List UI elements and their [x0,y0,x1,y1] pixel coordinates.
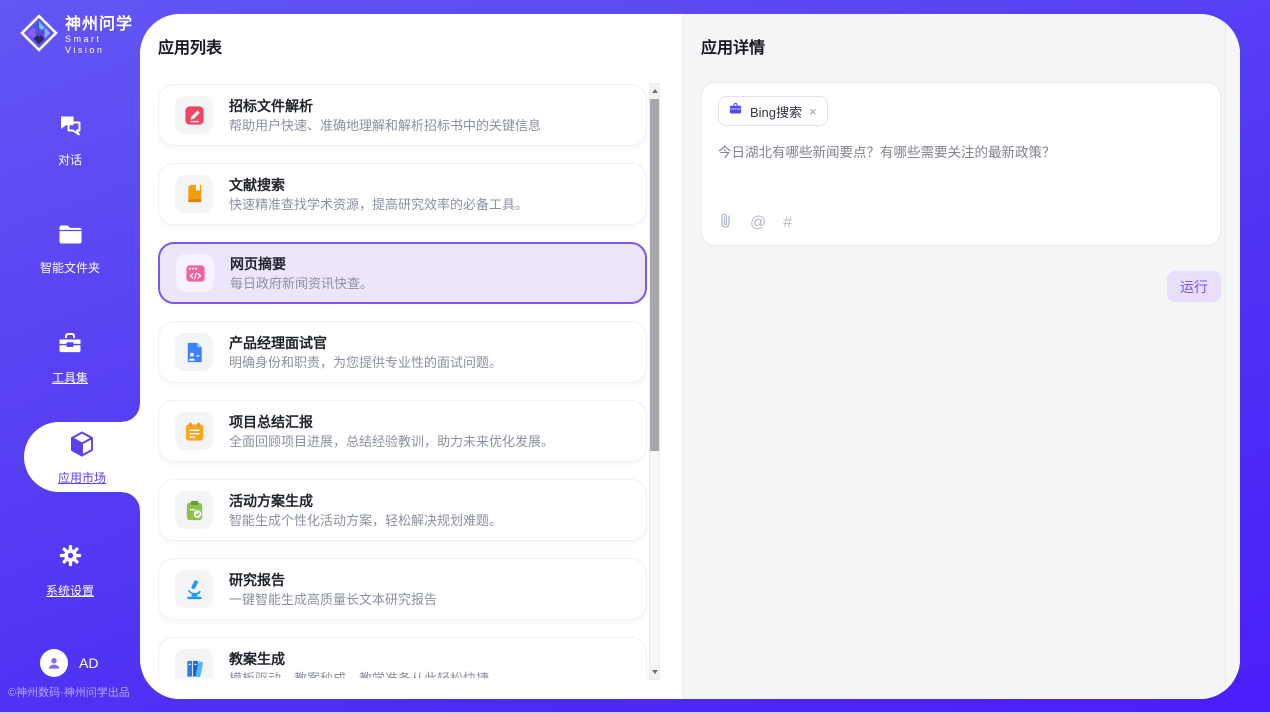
tool-tag-label: Bing搜索 [750,102,802,121]
app-card-activity-plan[interactable]: 活动方案生成 智能生成个性化活动方案，轻松解决规划难题。 [158,479,647,541]
user-name: AD [79,655,98,671]
app-list-title: 应用列表 [158,41,682,57]
at-mention-icon[interactable]: @ [750,215,766,231]
browser-code-icon [176,254,214,292]
triangle-down-icon [652,670,658,674]
run-button[interactable]: 运行 [1167,271,1221,302]
app-card-title: 项目总结汇报 [229,413,554,431]
copyright-text: ©神州数码·神州问学出品 [8,684,140,700]
sidebar-item-smart-folder[interactable]: 智能文件夹 [0,222,140,276]
sidebar-item-label: 应用市场 [58,469,106,486]
detail-scrollbar-track[interactable] [1225,14,1240,699]
folder-icon [57,222,84,251]
app-card-title: 研究报告 [229,571,437,589]
books-icon [175,649,213,678]
sidebar-item-app-market[interactable]: 应用市场 [24,422,140,492]
sidebar-item-chat[interactable]: 对话 [0,112,140,168]
scrollbar-up-button[interactable] [650,84,659,98]
brand-name: 神州问学 [65,16,140,34]
edit-square-icon [175,96,213,134]
app-card-title: 产品经理面试官 [229,334,502,352]
person-document-icon [175,333,213,371]
book-icon [175,175,213,213]
app-card-desc: 帮助用户快速、准确地理解和解析招标书中的关键信息 [229,117,541,134]
triangle-up-icon [652,89,658,93]
app-card-title: 网页摘要 [230,255,373,273]
gear-icon [57,542,84,574]
clipboard-check-icon [175,491,213,529]
avatar [40,649,68,677]
tab-curve-bottom [122,492,140,510]
sidebar-item-settings[interactable]: 系统设置 [0,542,140,599]
app-card-web-summary[interactable]: 网页摘要 每日政府新闻资讯快查。 [158,242,647,304]
app-card-title: 活动方案生成 [229,492,502,510]
app-root: 神州问学 Smart Vision 对话 智能文件夹 [0,0,1270,712]
app-card-desc: 每日政府新闻资讯快查。 [230,275,373,292]
sidebar-item-label: 对话 [58,151,82,168]
app-card-list: 招标文件解析 帮助用户快速、准确地理解和解析招标书中的关键信息 文献搜索 [158,84,647,678]
chat-icon [57,112,84,143]
app-card-desc: 全面回顾项目进展，总结经验教训，助力未来优化发展。 [229,433,554,450]
toolbox-icon [56,330,84,361]
app-card-pm-interviewer[interactable]: 产品经理面试官 明确身份和职责，为您提供专业性的面试问题。 [158,321,647,383]
scrollbar-thumb[interactable] [650,99,659,451]
app-card-title: 文献搜索 [229,176,528,194]
app-detail-panel: 应用详情 Bing搜索 × 今日湖北有哪些新闻要点？有哪些需要关注的最新政策？ [682,14,1240,699]
sidebar: 神州问学 Smart Vision 对话 智能文件夹 [0,0,140,712]
main-content: 应用列表 招标文件解析 帮助用户快速、准确地理解和解析招标书中的关键信息 [140,14,1240,699]
paperclip-icon[interactable] [718,212,733,233]
app-card-title: 招标文件解析 [229,97,541,115]
app-card-desc: 一键智能生成高质量长文本研究报告 [229,591,437,608]
sidebar-item-label: 智能文件夹 [40,259,100,276]
app-card-project-summary[interactable]: 项目总结汇报 全面回顾项目进展，总结经验教训，助力未来优化发展。 [158,400,647,462]
prompt-text-input[interactable]: 今日湖北有哪些新闻要点？有哪些需要关注的最新政策？ [718,143,1204,162]
app-card-desc: 明确身份和职责，为您提供专业性的面试问题。 [229,354,502,371]
app-card-desc: 模板驱动，教案秒成，教学准备从此轻松快捷 [229,670,489,679]
tool-tag-close-icon[interactable]: × [809,105,817,118]
user-account[interactable]: AD [40,649,98,677]
sidebar-item-label: 系统设置 [46,582,94,599]
app-card-desc: 智能生成个性化活动方案，轻松解决规划难题。 [229,512,502,529]
scrollbar-down-button[interactable] [650,665,659,679]
app-card-research-report[interactable]: 研究报告 一键智能生成高质量长文本研究报告 [158,558,647,620]
brand-diamond-icon [20,14,58,57]
app-list-panel: 应用列表 招标文件解析 帮助用户快速、准确地理解和解析招标书中的关键信息 [140,14,682,699]
microscope-icon [175,570,213,608]
app-list-scrollbar [649,83,660,680]
tab-curve-top [122,404,140,422]
brand-subtitle: Smart Vision [65,34,140,56]
app-detail-title: 应用详情 [701,41,1221,57]
tool-tag-bing-search[interactable]: Bing搜索 × [718,96,828,126]
note-icon [175,412,213,450]
prompt-editor-card: Bing搜索 × 今日湖北有哪些新闻要点？有哪些需要关注的最新政策？ @ # [701,82,1221,246]
sidebar-item-label: 工具集 [52,369,88,386]
app-card-desc: 快速精准查找学术资源，提高研究效率的必备工具。 [229,196,528,213]
app-card-literature-search[interactable]: 文献搜索 快速精准查找学术资源，提高研究效率的必备工具。 [158,163,647,225]
app-card-bid-parse[interactable]: 招标文件解析 帮助用户快速、准确地理解和解析招标书中的关键信息 [158,84,647,146]
prompt-toolbar: @ # [718,212,1204,233]
sidebar-item-toolset[interactable]: 工具集 [0,330,140,386]
cube-icon [67,429,97,464]
app-card-title: 教案生成 [229,650,489,668]
app-card-lesson-plan[interactable]: 教案生成 模板驱动，教案秒成，教学准备从此轻松快捷 [158,637,647,678]
briefcase-icon [728,101,743,121]
brand-logo: 神州问学 Smart Vision [20,14,140,57]
hash-topic-icon[interactable]: # [783,215,792,231]
